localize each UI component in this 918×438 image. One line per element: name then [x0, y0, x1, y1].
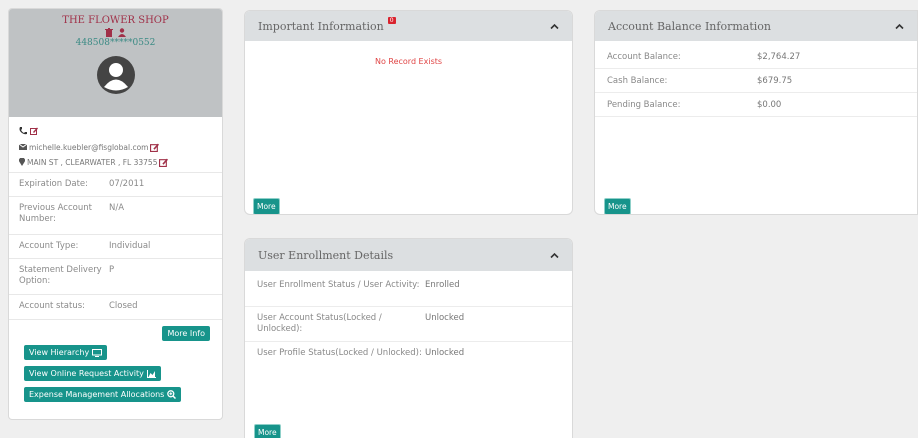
- enrollment-value: Unlocked: [425, 313, 465, 323]
- avatar-icon: [96, 56, 135, 94]
- profile-header: THE FLOWER SHOP 448508*****0552: [9, 9, 222, 117]
- account-balance-title: Account Balance Information: [608, 19, 771, 33]
- view-hierarchy-label: View Hierarchy: [29, 348, 90, 357]
- enrollment-more-button[interactable]: More: [254, 424, 281, 438]
- enrollment-label: User Enrollment Status / User Activity:: [257, 280, 420, 290]
- account-balance-panel: Account Balance Information Account Bala…: [594, 10, 918, 215]
- monitor-icon: [92, 348, 103, 357]
- balance-row: Pending Balance: $0.00: [595, 93, 917, 117]
- balance-label: Pending Balance:: [607, 99, 681, 110]
- user-icon[interactable]: [118, 28, 126, 37]
- detail-value: Individual: [109, 241, 151, 251]
- no-record-text: No Record Exists: [374, 57, 443, 66]
- detail-value: N/A: [109, 203, 125, 213]
- user-enrollment-panel: User Enrollment Details User Enrollment …: [244, 238, 573, 438]
- enrollment-value: Unlocked: [425, 348, 465, 358]
- shop-name: THE FLOWER SHOP: [62, 15, 169, 26]
- detail-label: Account Type:: [19, 241, 79, 251]
- trash-icon[interactable]: [105, 28, 113, 37]
- address-text: MAIN ST , CLEARWATER , FL 33755: [27, 157, 158, 167]
- enrollment-label: User Profile Status(Locked / Unlocked):: [257, 348, 422, 358]
- enrollment-row: User Account Status(Locked / Unlocked): …: [245, 307, 572, 342]
- area-chart-icon: [146, 369, 156, 378]
- enrollment-row: User Profile Status(Locked / Unlocked): …: [245, 342, 572, 375]
- search-plus-icon: [167, 390, 177, 399]
- map-marker-icon: [19, 158, 25, 166]
- detail-label: Statement Delivery Option:: [19, 265, 102, 286]
- detail-label: Account status:: [19, 301, 86, 311]
- chevron-up-icon[interactable]: [550, 251, 559, 260]
- balance-row: Cash Balance: $679.75: [595, 69, 917, 93]
- detail-row: Account Type: Individual: [9, 234, 222, 258]
- important-more-button[interactable]: More: [253, 198, 280, 214]
- detail-row: Statement Delivery Option: P: [9, 258, 222, 294]
- detail-value: P: [109, 265, 115, 275]
- more-info-button[interactable]: More Info: [162, 326, 210, 341]
- profile-details: Expiration Date: 07/2011 Previous Accoun…: [9, 172, 222, 320]
- account-number: 448508*****0552: [75, 38, 156, 48]
- detail-value: Closed: [109, 301, 138, 311]
- edit-address-icon[interactable]: [159, 158, 169, 167]
- profile-panel: THE FLOWER SHOP 448508*****0552 michelle…: [8, 8, 223, 420]
- enrollment-value: Enrolled: [425, 280, 460, 290]
- email-text: michelle.kuebler@fisglobal.com: [29, 142, 149, 152]
- important-info-header[interactable]: Important Information 0: [245, 11, 572, 41]
- important-info-panel: Important Information 0 No Record Exists…: [244, 10, 573, 215]
- chevron-up-icon[interactable]: [550, 22, 559, 31]
- important-info-title: Important Information: [258, 19, 384, 33]
- balance-value: $2,764.27: [757, 51, 801, 62]
- envelope-icon: [19, 144, 27, 150]
- detail-row: Account status: Closed: [9, 294, 222, 320]
- chevron-up-icon[interactable]: [895, 22, 904, 31]
- balance-label: Cash Balance:: [607, 75, 668, 86]
- edit-email-icon[interactable]: [150, 143, 160, 152]
- phone-icon[interactable]: [19, 127, 27, 135]
- edit-icon[interactable]: [30, 127, 38, 135]
- account-balance-header[interactable]: Account Balance Information: [595, 11, 917, 41]
- view-online-request-label: View Online Request Activity: [29, 369, 144, 378]
- balance-row: Account Balance: $2,764.27: [595, 45, 917, 69]
- balance-more-button[interactable]: More: [604, 198, 631, 214]
- enrollment-label: User Account Status(Locked / Unlocked):: [257, 313, 382, 334]
- enrollment-row: User Enrollment Status / User Activity: …: [245, 274, 572, 307]
- user-enrollment-header[interactable]: User Enrollment Details: [245, 239, 572, 271]
- balance-value: $0.00: [757, 99, 782, 110]
- balance-value: $679.75: [757, 75, 793, 86]
- expense-management-label: Expense Management Allocations: [29, 390, 165, 399]
- detail-value: 07/2011: [109, 179, 145, 189]
- notification-badge: 0: [387, 15, 396, 25]
- detail-label: Expiration Date:: [19, 179, 89, 189]
- detail-row: Expiration Date: 07/2011: [9, 172, 222, 196]
- balance-label: Account Balance:: [607, 51, 681, 62]
- view-online-request-button[interactable]: View Online Request Activity: [24, 366, 161, 381]
- notification-badge-count: 0: [387, 17, 396, 24]
- view-hierarchy-button[interactable]: View Hierarchy: [24, 345, 108, 360]
- user-enrollment-title: User Enrollment Details: [258, 248, 394, 262]
- detail-label: Previous Account Number:: [19, 203, 92, 224]
- expense-management-button[interactable]: Expense Management Allocations: [24, 387, 182, 402]
- detail-row: Previous Account Number: N/A: [9, 196, 222, 234]
